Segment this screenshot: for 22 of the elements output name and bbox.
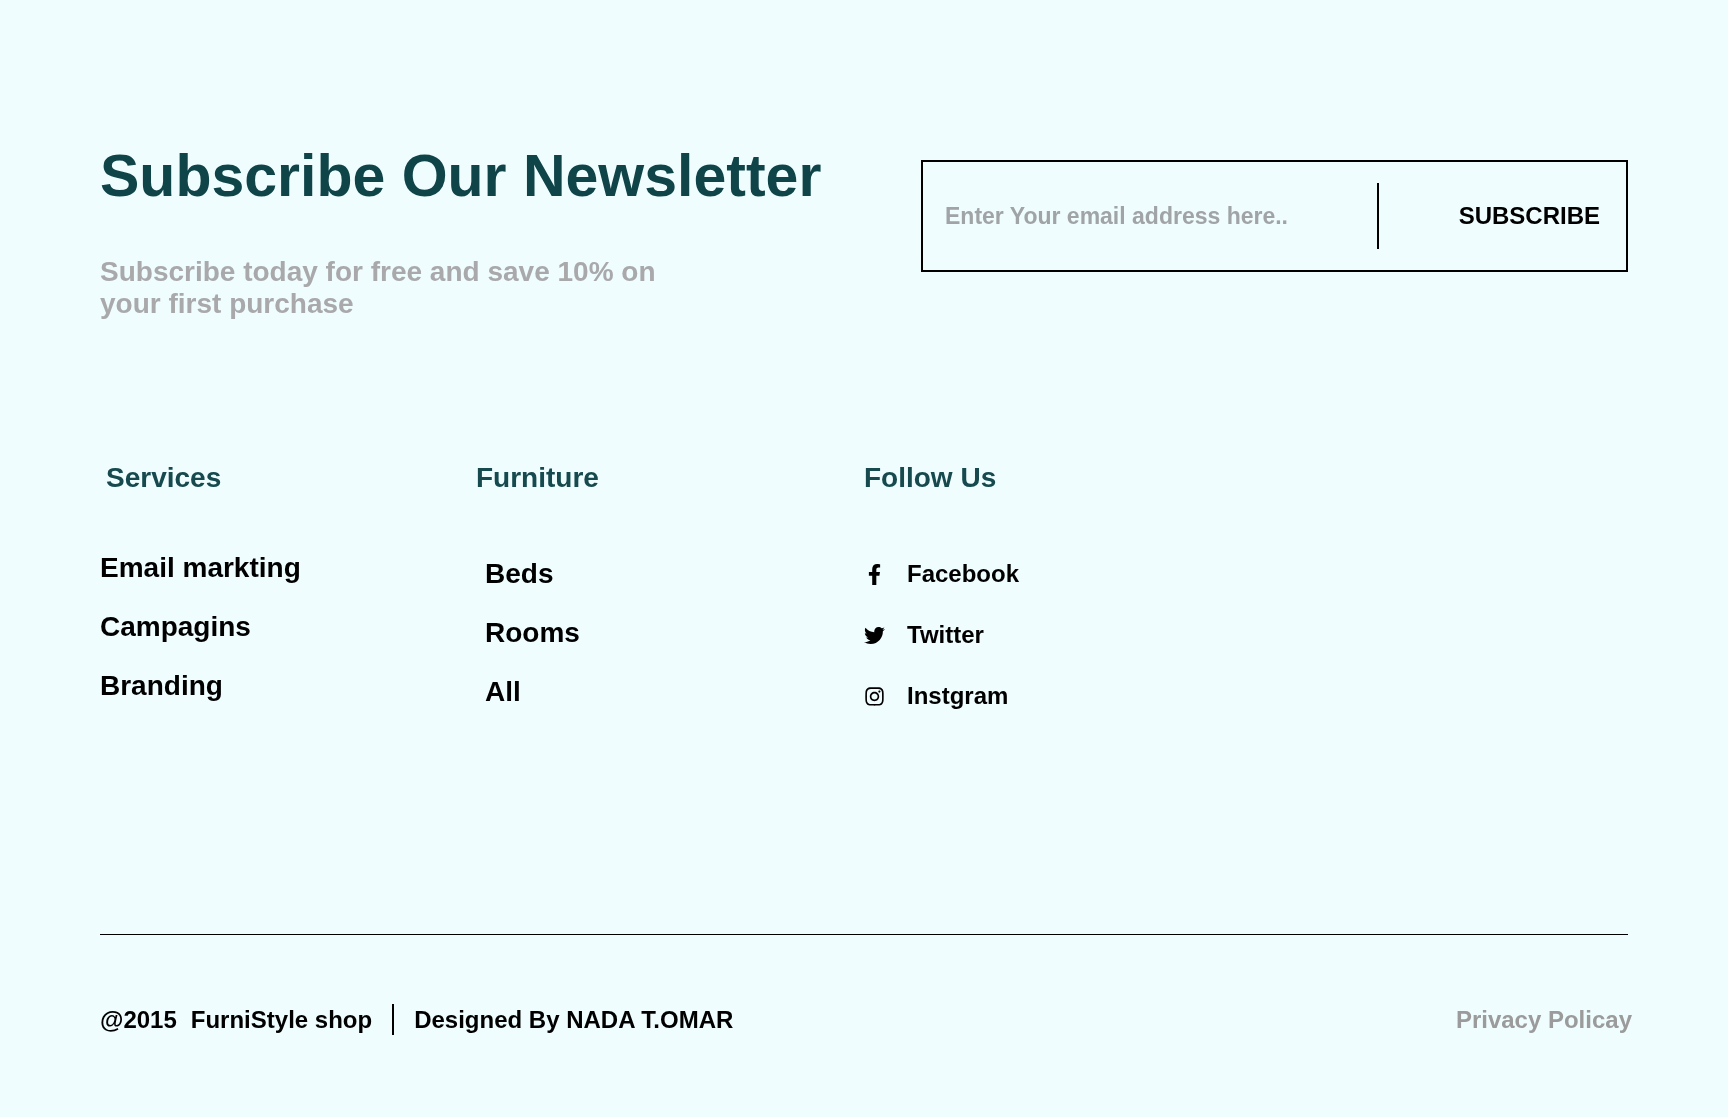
twitter-icon (864, 624, 885, 646)
newsletter-subtitle: Subscribe today for free and save 10% on your first purchase (100, 256, 657, 320)
footer-link[interactable]: Beds (485, 557, 554, 591)
email-field[interactable]: Enter Your email address here.. (923, 162, 1377, 270)
social-link[interactable]: Twitter (864, 620, 984, 650)
designer-credit: Designed By NADA T.OMAR (414, 1004, 734, 1035)
column-heading: Furniture (476, 461, 599, 495)
column-heading: Follow Us (864, 461, 997, 495)
social-link[interactable]: Instgram (864, 681, 1009, 711)
footer-link[interactable]: Email markting (100, 551, 301, 585)
footer-link[interactable]: Campagins (100, 610, 251, 644)
shop-name: FurniStyle shop (190, 1004, 373, 1035)
newsletter-form[interactable]: Enter Your email address here.. SUBSCRIBE (921, 160, 1628, 272)
social-link[interactable]: Facebook (864, 559, 1020, 589)
instagram-icon (864, 685, 885, 707)
column-heading: Services (106, 461, 222, 495)
footer-link[interactable]: All (485, 675, 521, 709)
subscribe-button[interactable]: SUBSCRIBE (1378, 162, 1626, 270)
newsletter-title: Subscribe Our Newsletter (100, 142, 822, 210)
footer-link[interactable]: Branding (100, 669, 223, 703)
footer-link[interactable]: Rooms (485, 616, 580, 650)
copyright-year: @2015 (100, 1004, 177, 1035)
